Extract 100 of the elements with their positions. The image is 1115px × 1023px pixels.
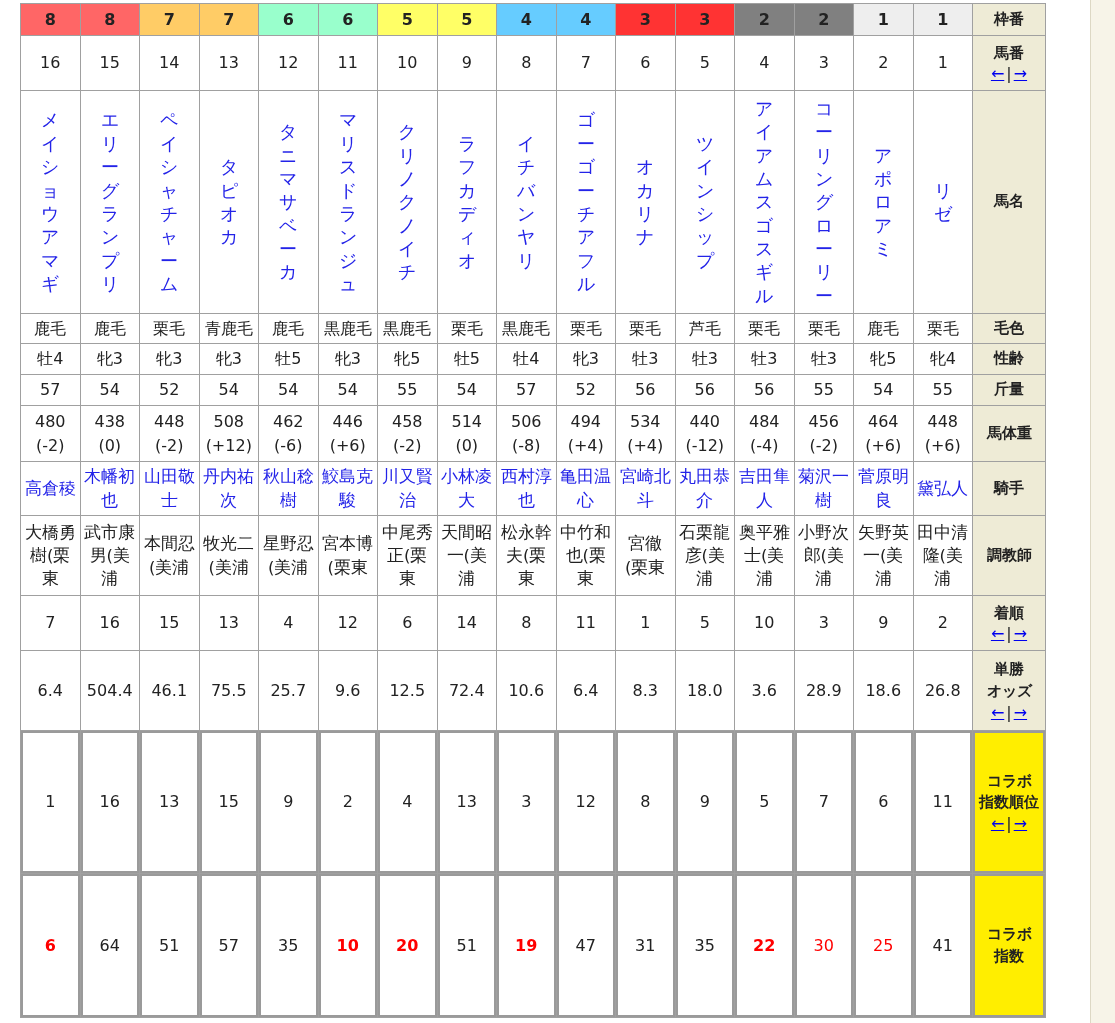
table-cell: 星野忍(美浦	[259, 516, 319, 596]
sort-right-link[interactable]: →	[1013, 624, 1028, 644]
sort-left-link[interactable]: ←	[990, 814, 1005, 834]
table-cell: 牝5	[378, 344, 438, 375]
separator-text: |	[1005, 64, 1013, 84]
horse-name-link[interactable]: オカリナ	[636, 155, 655, 249]
table-cell: 6.4	[556, 651, 616, 731]
table-cell: 9	[675, 731, 735, 874]
table-cell: 栗毛	[437, 314, 497, 344]
sort-right-link[interactable]: →	[1013, 64, 1028, 84]
jockey-link[interactable]: 秋山稔樹	[259, 465, 318, 512]
table-cell: 54	[318, 375, 378, 406]
horse-name-link[interactable]: タニマサベーカ	[279, 120, 298, 284]
horse-name-link[interactable]: リゼ	[933, 178, 952, 226]
jockey-link[interactable]: 丹内祐次	[199, 465, 258, 512]
table-cell: 54	[437, 375, 497, 406]
table-cell: 440 (-12)	[675, 406, 735, 462]
table-cell: 牝5	[854, 344, 914, 375]
table-cell: 11	[556, 596, 616, 651]
horse-name-link[interactable]: メイショウアマギ	[41, 108, 60, 296]
jockey-link[interactable]: 川又賢治	[378, 465, 437, 512]
jockey-link[interactable]: 宮崎北斗	[616, 465, 675, 512]
jockey-link[interactable]: 黛弘人	[915, 476, 971, 501]
sort-left-link[interactable]: ←	[990, 64, 1005, 84]
table-cell: 6	[616, 36, 676, 91]
table-cell: 牧光二(美浦	[199, 516, 259, 596]
frame-number-cell: 6	[259, 4, 319, 36]
table-cell: 52	[556, 375, 616, 406]
table-cell: 464 (+6)	[854, 406, 914, 462]
jockey-link[interactable]: 山田敬士	[140, 465, 199, 512]
horse-name-link[interactable]: アポロアミ	[874, 143, 893, 261]
jockey-link[interactable]: 鮫島克駿	[318, 465, 377, 512]
horse-name-link[interactable]: ゴーゴーチアフル	[576, 108, 595, 296]
table-cell: 438 (0)	[80, 406, 140, 462]
table-cell: 494 (+4)	[556, 406, 616, 462]
sort-left-link[interactable]: ←	[990, 624, 1005, 644]
table-cell: 35	[259, 874, 319, 1018]
jockey-link[interactable]: 高倉稜	[22, 476, 78, 501]
table-cell: 10	[318, 874, 378, 1018]
table-cell: 12	[318, 596, 378, 651]
jockey-link[interactable]: 菊沢一樹	[794, 465, 853, 512]
horse-name-link[interactable]: マリスドランジュ	[338, 108, 357, 296]
table-cell: 508 (+12)	[199, 406, 259, 462]
table-cell: 18.6	[854, 651, 914, 731]
table-cell: 22	[735, 874, 795, 1018]
table-cell: 牡5	[437, 344, 497, 375]
horse-name-link[interactable]: アイアムスゴスギル	[755, 96, 774, 308]
horse-name-link[interactable]: エリーグランプリ	[100, 108, 119, 296]
jockey-link[interactable]: 木幡初也	[80, 465, 139, 512]
table-cell: 1	[21, 731, 81, 874]
table-cell: 奥平雅士(美浦	[735, 516, 795, 596]
table-cell: 13	[140, 731, 200, 874]
table-cell: 448 (-2)	[140, 406, 200, 462]
table-cell: 20	[378, 874, 438, 1018]
table-cell: 55	[378, 375, 438, 406]
table-cell: 54	[199, 375, 259, 406]
horse-name-link[interactable]: ラフカディオ	[457, 131, 476, 273]
table-cell: 12	[259, 36, 319, 91]
table-cell: 480 (-2)	[21, 406, 81, 462]
table-cell: 15	[140, 596, 200, 651]
table-cell: 2	[318, 731, 378, 874]
table-cell: 504.4	[80, 651, 140, 731]
frame-number-cell: 7	[199, 4, 259, 36]
horse-name-link[interactable]: コーリングローリー	[814, 96, 833, 308]
table-cell: 中竹和也(栗東	[556, 516, 616, 596]
jockey-link[interactable]: 菅原明良	[854, 465, 913, 512]
table-cell: 54	[259, 375, 319, 406]
table-cell: 6	[378, 596, 438, 651]
horse-name-link[interactable]: タピオカ	[219, 155, 238, 249]
horse-name-link[interactable]: イチバンヤリ	[517, 131, 536, 273]
sort-right-link[interactable]: →	[1013, 702, 1028, 722]
jockey-link[interactable]: 吉田隼人	[735, 465, 794, 512]
table-cell: 25.7	[259, 651, 319, 731]
row-header-label: 斤量	[994, 379, 1024, 401]
horse-name-link[interactable]: クリノクノイチ	[398, 120, 417, 284]
horse-name-link[interactable]: ツインシップ	[695, 131, 714, 273]
jockey-link[interactable]: 小林凌大	[437, 465, 496, 512]
sort-left-link[interactable]: ←	[990, 702, 1005, 722]
table-cell: 矢野英一(美浦	[854, 516, 914, 596]
table-cell: 54	[80, 375, 140, 406]
table-cell: 5	[735, 731, 795, 874]
table-cell: 3	[794, 36, 854, 91]
table-cell: 鹿毛	[259, 314, 319, 344]
table-cell: 宮本博(栗東	[318, 516, 378, 596]
sort-right-link[interactable]: →	[1013, 814, 1028, 834]
frame-number-cell: 6	[318, 4, 378, 36]
table-cell: 牝4	[913, 344, 973, 375]
jockey-link[interactable]: 亀田温心	[556, 465, 615, 512]
table-cell: 534 (+4)	[616, 406, 676, 462]
horse-name-link[interactable]: ペイシャチャーム	[160, 108, 179, 296]
jockey-link[interactable]: 丸田恭介	[675, 465, 734, 512]
table-cell: 2	[854, 36, 914, 91]
frame-number-cell: 5	[437, 4, 497, 36]
table-cell: 484 (-4)	[735, 406, 795, 462]
separator-text: |	[1005, 624, 1013, 644]
separator-text: |	[1005, 702, 1013, 722]
table-cell: 12.5	[378, 651, 438, 731]
table-cell: 天間昭一(美浦	[437, 516, 497, 596]
jockey-link[interactable]: 西村淳也	[497, 465, 556, 512]
table-cell: 28.9	[794, 651, 854, 731]
